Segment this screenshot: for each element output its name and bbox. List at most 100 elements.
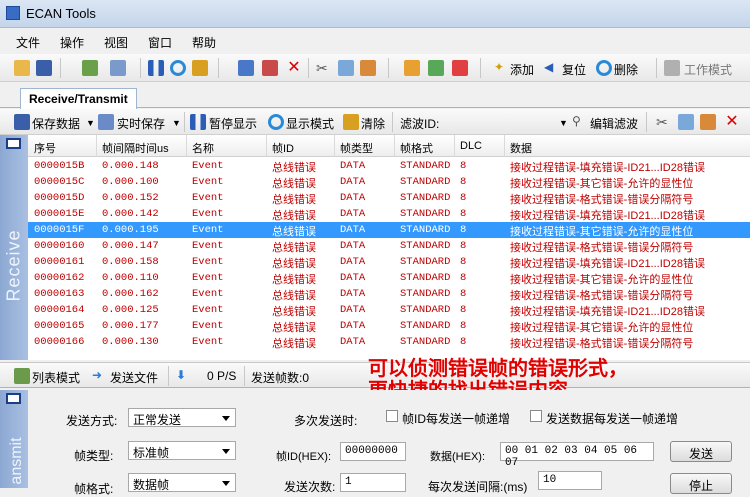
table-row[interactable]: 00000165 0.000.177 Event 总线错误 DATA STANDARD 8 接… bbox=[28, 318, 750, 334]
refresh-icon[interactable] bbox=[170, 60, 186, 76]
pause-icon[interactable] bbox=[148, 60, 164, 76]
properties-icon[interactable] bbox=[360, 60, 376, 76]
frame-id-input[interactable]: 00000000 bbox=[340, 442, 406, 461]
chevron-down-icon[interactable]: ▼ bbox=[559, 118, 568, 128]
tools-icon[interactable] bbox=[262, 60, 278, 76]
display-mode-button[interactable]: 显示模式 bbox=[286, 115, 334, 132]
broom-icon[interactable] bbox=[343, 114, 359, 130]
arrow-right-icon[interactable]: ➜ bbox=[92, 368, 108, 384]
inc-data-checkbox[interactable] bbox=[530, 410, 542, 422]
col-frame-type[interactable]: 帧类型 bbox=[340, 140, 373, 156]
pause-display-button[interactable]: 暂停显示 bbox=[209, 115, 257, 132]
cell-frame-id: 总线错误 bbox=[272, 258, 316, 270]
table-row[interactable]: 0000015C 0.000.100 Event 总线错误 DATA STANDARD 8 接… bbox=[28, 174, 750, 190]
col-frame-id[interactable]: 帧ID bbox=[272, 140, 294, 156]
table-row[interactable]: 00000163 0.000.162 Event 总线错误 DATA STANDARD 8 接… bbox=[28, 286, 750, 302]
menu-help[interactable]: 帮助 bbox=[192, 34, 216, 51]
inc-id-checkbox[interactable] bbox=[386, 410, 398, 422]
add-icon[interactable]: ✦ bbox=[494, 60, 510, 76]
col-frame-format[interactable]: 帧格式 bbox=[400, 140, 433, 156]
menu-view[interactable]: 视图 bbox=[104, 34, 128, 51]
stop-button[interactable]: 停止 bbox=[670, 473, 732, 494]
chevron-down-icon[interactable]: ▼ bbox=[86, 118, 95, 128]
swap-icon[interactable] bbox=[404, 60, 420, 76]
chevron-down-icon[interactable]: ▼ bbox=[172, 118, 181, 128]
add-button[interactable]: 添加 bbox=[510, 61, 534, 78]
reset-icon[interactable]: ◀ bbox=[544, 60, 560, 76]
close-icon[interactable]: ✕ bbox=[286, 60, 302, 76]
save-disk-icon[interactable] bbox=[36, 60, 52, 76]
tab-receive-transmit[interactable]: Receive/Transmit bbox=[20, 88, 137, 109]
panel-toggle-icon[interactable] bbox=[6, 138, 21, 149]
table-row[interactable]: 00000160 0.000.147 Event 总线错误 DATA STANDARD 8 接… bbox=[28, 238, 750, 254]
cut-icon[interactable]: ✂ bbox=[316, 60, 332, 76]
save-data-button[interactable]: 保存数据 bbox=[32, 115, 80, 132]
table-row[interactable]: 0000015E 0.000.142 Event 总线错误 DATA STANDARD 8 接… bbox=[28, 206, 750, 222]
cell-frame-format: STANDARD bbox=[400, 320, 451, 332]
table-row[interactable]: 0000015F 0.000.195 Event 总线错误 DATA STANDARD 8 接… bbox=[28, 222, 750, 238]
work-mode-button[interactable]: 工作模式 bbox=[684, 61, 732, 78]
connect-icon[interactable] bbox=[428, 60, 444, 76]
disconnect-icon[interactable] bbox=[452, 60, 468, 76]
data-input[interactable]: 00 01 02 03 04 05 06 07 bbox=[500, 442, 654, 469]
table-row[interactable]: 00000162 0.000.110 Event 总线错误 DATA STANDARD 8 接… bbox=[28, 270, 750, 286]
menu-window[interactable]: 窗口 bbox=[148, 34, 172, 51]
device-settings-icon[interactable] bbox=[110, 60, 126, 76]
table-row[interactable]: 00000161 0.000.158 Event 总线错误 DATA STANDARD 8 接… bbox=[28, 254, 750, 270]
list-mode-icon[interactable] bbox=[14, 368, 30, 384]
copy-icon[interactable] bbox=[238, 60, 254, 76]
open-folder-icon[interactable] bbox=[14, 60, 30, 76]
panel-toggle-icon[interactable] bbox=[6, 393, 21, 404]
paste-icon[interactable] bbox=[678, 114, 694, 130]
realtime-save-button[interactable]: 实时保存 bbox=[117, 115, 165, 132]
menu-bar: 文件 操作 视图 窗口 帮助 bbox=[0, 30, 750, 52]
cell-frame-id: 总线错误 bbox=[272, 338, 316, 350]
frame-format-select[interactable]: 数据帧 bbox=[128, 473, 236, 492]
cell-name: Event bbox=[192, 160, 224, 172]
col-interval[interactable]: 帧间隔时间us bbox=[102, 140, 169, 156]
cell-seq: 00000160 bbox=[34, 240, 85, 252]
clear-button[interactable]: 清除 bbox=[361, 115, 385, 132]
cut-icon[interactable]: ✂ bbox=[656, 114, 672, 130]
col-name[interactable]: 名称 bbox=[192, 140, 214, 156]
arrow-down-icon[interactable]: ⬇ bbox=[176, 368, 192, 384]
send-rate: 0 P/S bbox=[207, 369, 237, 383]
col-dlc[interactable]: DLC bbox=[460, 140, 482, 152]
cell-frame-id: 总线错误 bbox=[272, 162, 316, 174]
cell-frame-type: DATA bbox=[340, 176, 366, 188]
pause-icon[interactable] bbox=[190, 114, 206, 130]
device-connect-icon[interactable] bbox=[82, 60, 98, 76]
send-count-label: 发送次数: bbox=[284, 480, 336, 494]
send-button[interactable]: 发送 bbox=[670, 441, 732, 462]
broom-icon[interactable] bbox=[192, 60, 208, 76]
cell-seq: 00000162 bbox=[34, 272, 85, 284]
filter-icon[interactable]: ⚲ bbox=[572, 114, 588, 130]
table-row[interactable]: 0000015D 0.000.152 Event 总线错误 DATA STANDARD 8 接… bbox=[28, 190, 750, 206]
send-count-input[interactable]: 1 bbox=[340, 473, 406, 492]
edit-filter-button[interactable]: 编辑滤波 bbox=[590, 115, 638, 132]
menu-file[interactable]: 文件 bbox=[16, 34, 40, 51]
send-mode-select[interactable]: 正常发送 bbox=[128, 408, 236, 427]
properties-icon[interactable] bbox=[700, 114, 716, 130]
frame-type-select[interactable]: 标准帧 bbox=[128, 441, 236, 460]
transmit-sidebar: ansmit bbox=[0, 390, 28, 488]
delete-button[interactable]: 删除 bbox=[614, 61, 638, 78]
close-icon[interactable]: ✕ bbox=[724, 114, 740, 130]
filter-id-input[interactable] bbox=[440, 113, 566, 131]
work-mode-icon[interactable] bbox=[664, 60, 680, 76]
reset-button[interactable]: 复位 bbox=[562, 61, 586, 78]
col-seq[interactable]: 序号 bbox=[34, 140, 56, 156]
list-mode-button[interactable]: 列表模式 bbox=[32, 369, 80, 386]
table-row[interactable]: 00000166 0.000.130 Event 总线错误 DATA STANDARD 8 接… bbox=[28, 334, 750, 350]
realtime-save-icon[interactable] bbox=[98, 114, 114, 130]
col-data[interactable]: 数据 bbox=[510, 140, 532, 156]
save-data-icon[interactable] bbox=[14, 114, 30, 130]
menu-operate[interactable]: 操作 bbox=[60, 34, 84, 51]
send-file-button[interactable]: 发送文件 bbox=[110, 369, 158, 386]
paste-icon[interactable] bbox=[338, 60, 354, 76]
display-mode-icon[interactable] bbox=[268, 114, 284, 130]
table-row[interactable]: 00000164 0.000.125 Event 总线错误 DATA STANDARD 8 接… bbox=[28, 302, 750, 318]
delete-icon[interactable] bbox=[596, 60, 612, 76]
table-row[interactable]: 0000015B 0.000.148 Event 总线错误 DATA STANDARD 8 接… bbox=[28, 158, 750, 174]
interval-input[interactable]: 10 bbox=[538, 471, 602, 490]
